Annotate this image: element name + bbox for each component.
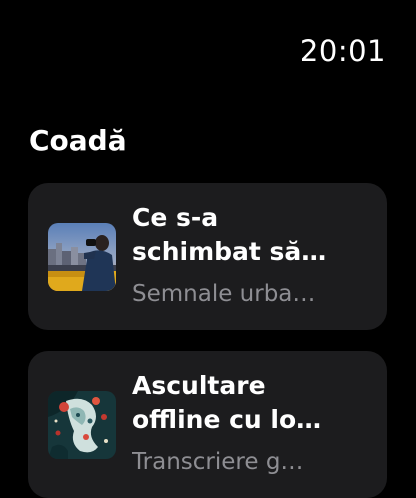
episode-artwork [48, 391, 116, 459]
podcast-name: Transcriere g… [132, 449, 304, 475]
episode-title: Ce s-a schimbat să… [132, 203, 327, 266]
queue-heading: Coadă [29, 124, 127, 157]
queue-item[interactable]: Ascultare offline cu lo… Transcriere g… [28, 351, 387, 498]
queue-item[interactable]: Ce s-a schimbat să… Semnale urba… [28, 183, 387, 330]
podcast-name: Semnale urba… [132, 281, 316, 307]
episode-title: Ascultare offline cu lo… [132, 371, 322, 434]
status-time: 20:01 [299, 34, 386, 68]
episode-artwork [48, 223, 116, 291]
